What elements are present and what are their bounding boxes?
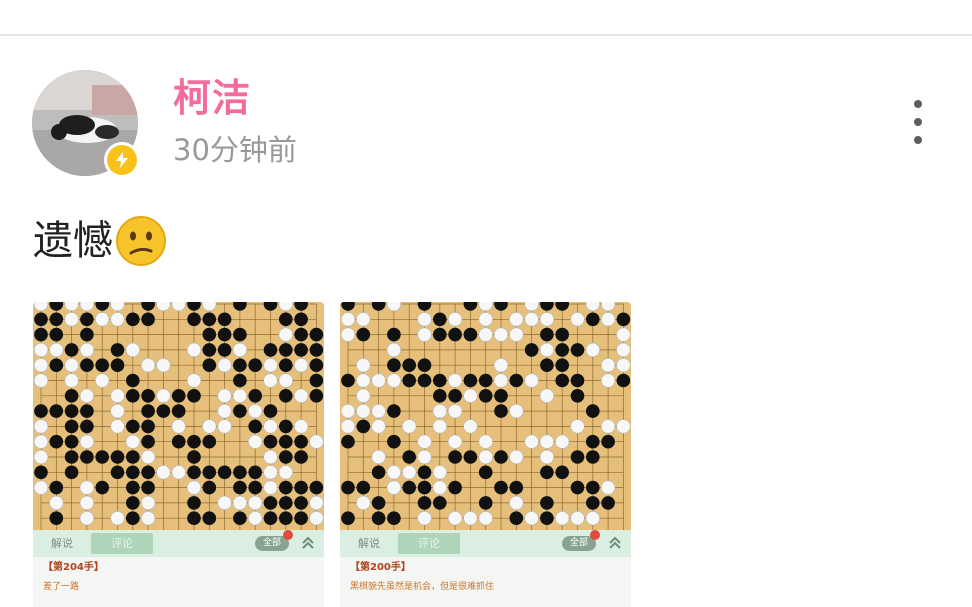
- lightning-icon: [107, 145, 137, 175]
- go-board-image: [340, 302, 631, 530]
- image-tab-bar: 解说 评论 全部: [33, 530, 324, 557]
- confused-face-emoji: [116, 216, 166, 266]
- move-comment: 黑棋貌先虽然是机会，但是很难抓住: [350, 582, 495, 592]
- tab-explain: 解说: [358, 537, 380, 550]
- image-thumbnail-1[interactable]: 解说 评论 全部 【第204手】 差了一路: [33, 302, 324, 607]
- tab-comment: 评论: [398, 533, 460, 554]
- notification-dot: [283, 530, 293, 540]
- move-comment: 差了一路: [43, 582, 80, 592]
- more-vertical-icon[interactable]: [900, 100, 936, 144]
- double-chevron-up-icon: [609, 536, 621, 549]
- verified-badge: [104, 142, 140, 178]
- image-thumbnail-2[interactable]: 解说 评论 全部 【第200手】 黑棋貌先虽然是机会，但是很难抓住: [340, 302, 631, 607]
- post-text: 遗憾: [33, 214, 167, 268]
- double-chevron-up-icon: [302, 536, 314, 549]
- post-time: 30分钟前: [173, 133, 297, 167]
- tab-comment: 评论: [91, 533, 153, 554]
- go-board-image: [33, 302, 324, 530]
- post-text-content: 遗憾: [33, 218, 113, 264]
- move-label: 【第204手】: [43, 562, 104, 573]
- username[interactable]: 柯洁: [173, 74, 251, 122]
- image-tab-bar: 解说 评论 全部: [340, 530, 631, 557]
- top-divider: [0, 34, 972, 36]
- move-label: 【第200手】: [350, 562, 411, 573]
- notification-dot: [590, 530, 600, 540]
- tab-explain: 解说: [51, 537, 73, 550]
